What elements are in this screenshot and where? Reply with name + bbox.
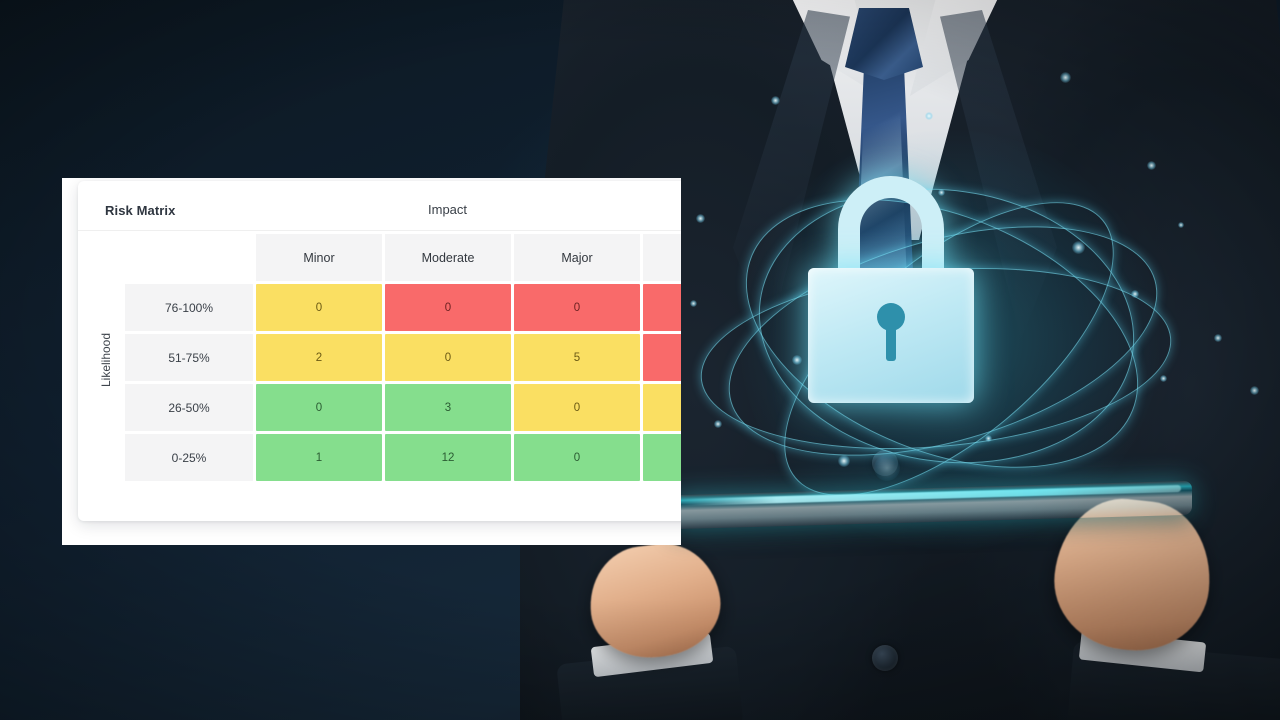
matrix-cell[interactable]: 0 (385, 334, 511, 381)
matrix-cell[interactable]: 5 (514, 334, 640, 381)
table-row: 51-75% 2 0 5 (125, 334, 681, 381)
risk-matrix-card: Risk Matrix Impact Likelihood Minor Mode… (78, 181, 681, 521)
suit-button-lower (872, 645, 898, 671)
table-header: Minor Moderate Major (125, 234, 681, 281)
table-row: 0-25% 1 12 0 (125, 434, 681, 481)
padlock-keyhole-icon (877, 303, 905, 361)
matrix-cell[interactable]: 0 (514, 284, 640, 331)
table-header-row: Minor Moderate Major (125, 234, 681, 281)
particle-dot (792, 355, 802, 365)
particle-dot (1178, 222, 1184, 228)
matrix-cell[interactable]: 12 (385, 434, 511, 481)
particle-dot (1214, 334, 1222, 342)
matrix-cell[interactable]: 3 (385, 384, 511, 431)
row-header-51-75: 51-75% (125, 334, 253, 381)
matrix-cell[interactable] (643, 334, 681, 381)
particle-dot (696, 214, 705, 223)
particle-dot (714, 420, 722, 428)
page-title: Risk Matrix (105, 203, 176, 218)
particle-dot (838, 455, 850, 467)
likelihood-axis-label: Likelihood (92, 231, 120, 489)
lens-flare (874, 455, 900, 481)
particle-dot (1131, 290, 1139, 298)
necktie-knot (845, 8, 923, 80)
card-header: Risk Matrix Impact (78, 181, 681, 231)
impact-axis-label: Impact (428, 202, 468, 217)
particle-dot (938, 189, 945, 196)
particle-dot (771, 96, 780, 105)
matrix-body: Likelihood Minor Moderate Major 76-100% … (78, 231, 681, 521)
risk-matrix-panel: Risk Matrix Impact Likelihood Minor Mode… (62, 178, 681, 545)
matrix-cell[interactable]: 0 (514, 384, 640, 431)
row-header-0-25: 0-25% (125, 434, 253, 481)
column-header-moderate: Moderate (385, 234, 511, 281)
column-header-minor: Minor (256, 234, 382, 281)
matrix-cell[interactable]: 0 (256, 384, 382, 431)
particle-dot (1147, 161, 1156, 170)
particle-dot (1160, 375, 1167, 382)
particle-dot (925, 112, 933, 120)
matrix-cell[interactable]: 1 (256, 434, 382, 481)
matrix-cell[interactable] (643, 434, 681, 481)
particle-dot (690, 300, 697, 307)
risk-matrix-table: Minor Moderate Major 76-100% 0 0 0 51-75… (122, 231, 681, 484)
matrix-cell[interactable]: 0 (256, 284, 382, 331)
table-row: 26-50% 0 3 0 (125, 384, 681, 431)
screen: Risk Matrix Impact Likelihood Minor Mode… (0, 0, 1280, 720)
row-header-76-100: 76-100% (125, 284, 253, 331)
matrix-cell[interactable] (643, 284, 681, 331)
column-header-clipped (643, 234, 681, 281)
particle-dot (1250, 386, 1259, 395)
row-header-26-50: 26-50% (125, 384, 253, 431)
table-corner-cell (125, 234, 253, 281)
table-row: 76-100% 0 0 0 (125, 284, 681, 331)
column-header-major: Major (514, 234, 640, 281)
matrix-cell[interactable]: 2 (256, 334, 382, 381)
likelihood-axis-text: Likelihood (99, 332, 114, 388)
particle-dot (1060, 72, 1071, 83)
particle-dot (985, 435, 992, 442)
matrix-cell[interactable]: 0 (385, 284, 511, 331)
matrix-cell[interactable]: 0 (514, 434, 640, 481)
matrix-cell[interactable] (643, 384, 681, 431)
particle-dot (1072, 241, 1085, 254)
table-body: 76-100% 0 0 0 51-75% 2 0 5 26-50% 0 3 0 … (125, 284, 681, 481)
